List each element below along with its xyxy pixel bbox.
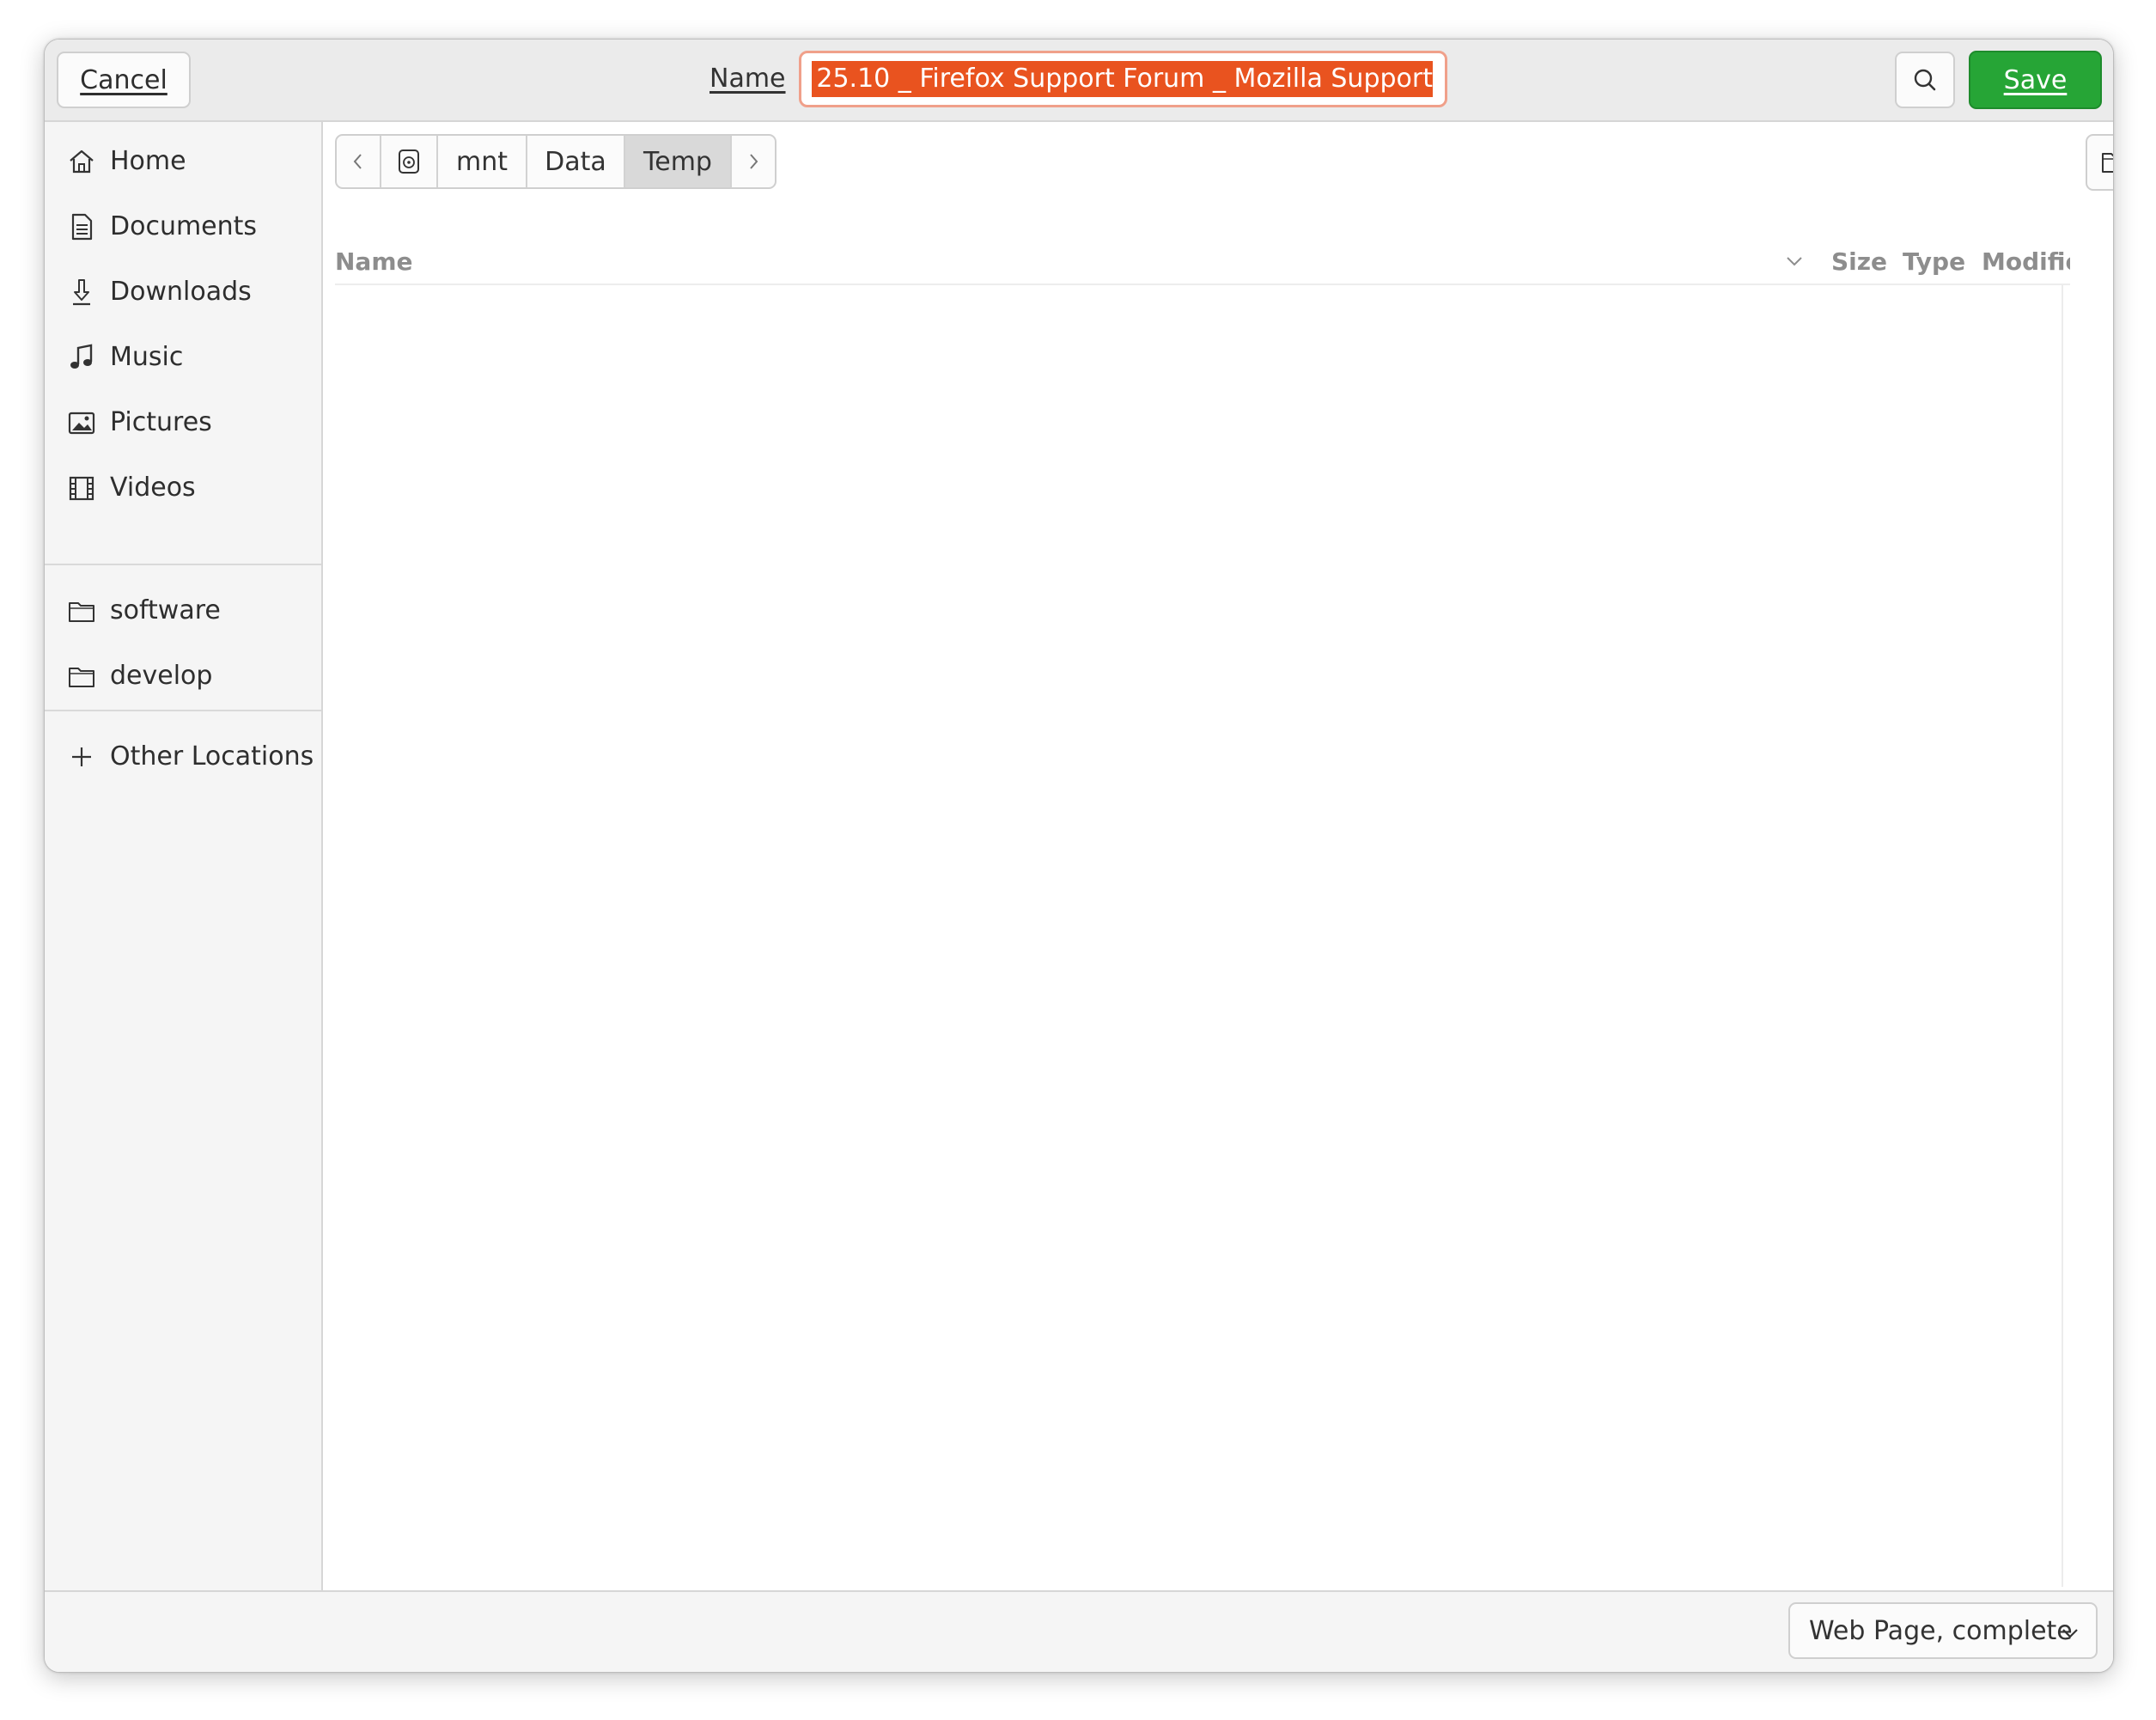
chevron-down-icon — [2060, 1623, 2080, 1644]
folder-icon — [67, 662, 96, 691]
sidebar-item-label: Other Locations — [110, 741, 314, 772]
sidebar-divider — [45, 710, 321, 711]
sidebar-item-other-locations[interactable]: Other Locations — [45, 723, 321, 789]
file-type-value: Web Page, complete — [1809, 1615, 2073, 1646]
path-forward-button[interactable] — [732, 136, 775, 187]
header-bar: Cancel Name Ubuntu 25.10 _ Firefox Suppo… — [45, 40, 2113, 122]
sidebar-item-label: Music — [110, 341, 184, 372]
column-header: Name Size Type Modifie — [335, 241, 2070, 285]
home-icon — [67, 147, 96, 176]
pictures-icon — [67, 408, 96, 437]
drive-icon — [396, 148, 422, 175]
path-back-button[interactable] — [337, 136, 381, 187]
pathbar: mnt Data Temp — [335, 134, 777, 189]
sidebar-item-label: Home — [110, 145, 186, 176]
sidebar-item-label: Videos — [110, 472, 196, 503]
search-button[interactable] — [1895, 52, 1955, 108]
file-browser: mnt Data Temp Name Size Type Modifie — [323, 122, 2113, 1590]
plus-icon — [67, 742, 96, 772]
sidebar-item-label: develop — [110, 660, 213, 691]
folder-icon — [67, 596, 96, 625]
path-segment-data[interactable]: Data — [527, 136, 625, 187]
path-segment-mnt[interactable]: mnt — [438, 136, 527, 187]
sidebar-item-documents[interactable]: Documents — [45, 193, 321, 259]
path-segment-temp[interactable]: Temp — [625, 136, 732, 187]
filename-input[interactable]: Ubuntu 25.10 _ Firefox Support Forum _ M… — [799, 51, 1447, 107]
footer-bar: Web Page, complete — [45, 1590, 2113, 1672]
sidebar-item-label: software — [110, 595, 221, 625]
sidebar-item-pictures[interactable]: Pictures — [45, 389, 321, 454]
sidebar-item-music[interactable]: Music — [45, 324, 321, 389]
new-folder-button[interactable] — [2086, 134, 2113, 191]
new-folder-icon — [2100, 149, 2113, 176]
music-icon — [67, 343, 96, 372]
column-type[interactable]: Type — [1903, 247, 1965, 276]
cancel-label: Cancel — [80, 64, 167, 95]
save-label: Save — [2003, 64, 2068, 95]
documents-icon — [67, 212, 96, 241]
sidebar-item-home[interactable]: Home — [45, 128, 321, 193]
sidebar-item-videos[interactable]: Videos — [45, 454, 321, 520]
downloads-icon — [67, 278, 96, 307]
sidebar-item-label: Documents — [110, 210, 258, 241]
name-label: Name — [710, 64, 786, 94]
sidebar-item-label: Downloads — [110, 276, 252, 307]
save-dialog: Cancel Name Ubuntu 25.10 _ Firefox Suppo… — [44, 39, 2114, 1673]
file-type-dropdown[interactable]: Web Page, complete — [1788, 1602, 2098, 1659]
chevron-right-icon — [745, 151, 762, 172]
column-size[interactable]: Size — [1831, 247, 1887, 276]
sidebar-item-downloads[interactable]: Downloads — [45, 259, 321, 324]
column-modified[interactable]: Modifie — [1982, 247, 2070, 276]
chevron-left-icon — [350, 151, 367, 172]
path-segment-drive[interactable] — [381, 136, 438, 187]
cancel-button[interactable]: Cancel — [57, 52, 191, 108]
list-scroll-edge — [2062, 285, 2063, 1587]
sidebar-item-label: Pictures — [110, 406, 212, 437]
save-button[interactable]: Save — [1969, 51, 2102, 109]
sidebar-item-software[interactable]: software — [45, 577, 321, 643]
sidebar: Home Documents Downloads Music Pictures — [45, 122, 323, 1590]
search-icon — [1912, 67, 1938, 93]
column-name[interactable]: Name — [335, 247, 413, 276]
sidebar-divider — [45, 564, 321, 565]
filename-selected-text: Ubuntu 25.10 _ Firefox Support Forum _ M… — [812, 61, 1433, 97]
sidebar-item-develop[interactable]: develop — [45, 643, 321, 708]
videos-icon — [67, 473, 96, 503]
sort-chevron-down-icon[interactable] — [1784, 253, 1805, 270]
